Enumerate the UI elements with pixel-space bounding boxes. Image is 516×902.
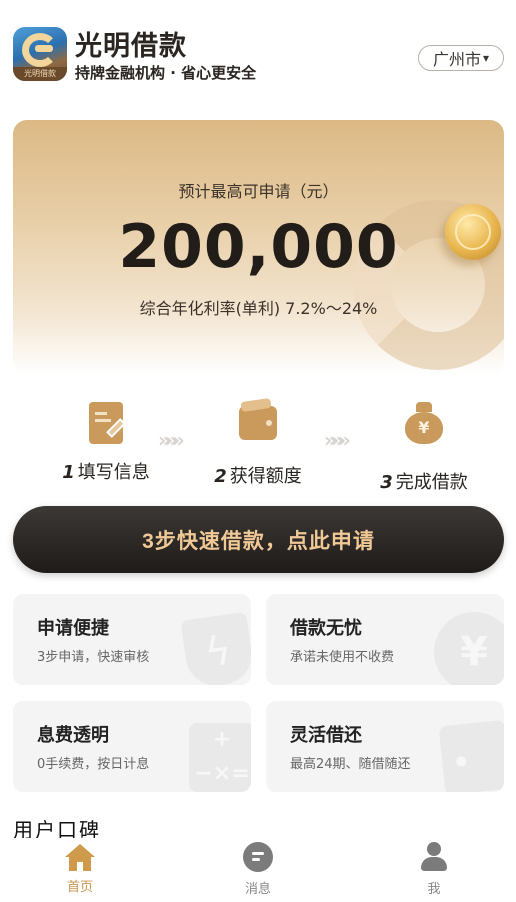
home-icon (64, 844, 96, 871)
logo-caption: 光明借款 (13, 67, 67, 81)
tab-profile[interactable]: 我 (384, 842, 484, 897)
feature-card-transparent-fees[interactable]: 息费透明 0手续费，按日计息 +−×= (13, 701, 251, 792)
city-selector[interactable]: 广州市 ▾ (418, 45, 504, 71)
feature-card-worry-free[interactable]: 借款无忧 承诺未使用不收费 ¥ (266, 594, 504, 685)
step-complete-loan: ¥ 3 完成借款 (354, 402, 494, 494)
wallet-icon (239, 397, 277, 448)
app-logo: 光明借款 (13, 27, 67, 81)
tab-label: 首页 (66, 880, 93, 895)
step-fill-info: 1 填写信息 (36, 402, 176, 484)
limit-label: 预计最高可申请（元） (178, 182, 339, 201)
profile-icon (419, 842, 449, 872)
feature-desc: 承诺未使用不收费 (290, 650, 395, 665)
feature-title: 申请便捷 (37, 618, 109, 639)
feature-title: 灵活借还 (290, 725, 362, 746)
form-edit-icon (87, 402, 126, 444)
step-get-limit: 2 获得额度 (188, 397, 328, 488)
chevron-down-icon: ▾ (482, 51, 490, 65)
feature-card-flexible-repay[interactable]: 灵活借还 最高24期、随借随还 (266, 701, 504, 792)
money-bag-icon: ¥ (405, 402, 443, 454)
step-number: 1 (62, 462, 75, 483)
step-number: 3 (380, 472, 393, 493)
step-number: 2 (214, 466, 227, 487)
message-icon (243, 842, 273, 872)
tab-home[interactable]: 首页 (30, 844, 130, 895)
feature-title: 息费透明 (37, 725, 109, 746)
feature-card-easy-apply[interactable]: 申请便捷 3步申请，快速审核 ϟ (13, 594, 251, 685)
tab-label: 我 (427, 882, 441, 897)
calculator-icon: +−×= (189, 723, 251, 792)
step-label: 填写信息 (77, 462, 150, 483)
feature-desc: 0手续费，按日计息 (37, 757, 150, 772)
tab-messages[interactable]: 消息 (208, 842, 308, 897)
step-label: 完成借款 (395, 472, 468, 493)
lightning-shield-icon: ϟ (180, 611, 251, 685)
app-title: 光明借款 (75, 31, 187, 62)
apply-button[interactable]: 3步快速借款，点此申请 (13, 506, 504, 573)
yen-circle-icon: ¥ (434, 612, 504, 685)
city-label: 广州市 (432, 50, 481, 69)
chevrons-icon: »»» (158, 428, 185, 452)
bottom-tab-bar: 首页 消息 我 (0, 838, 516, 902)
feature-desc: 最高24期、随借随还 (290, 757, 411, 772)
limit-amount: 200,000 (118, 212, 399, 282)
wallet-icon (438, 719, 504, 792)
step-label: 获得额度 (229, 466, 302, 487)
feature-desc: 3步申请，快速审核 (37, 650, 150, 665)
chevrons-icon: »»» (324, 428, 351, 452)
credit-limit-card: 预计最高可申请（元） 200,000 综合年化利率(单利) 7.2%～24% (13, 120, 504, 375)
interest-rate: 综合年化利率(单利) 7.2%～24% (139, 299, 378, 318)
feature-title: 借款无忧 (290, 618, 362, 639)
logo-bar (35, 45, 53, 52)
app-subtitle: 持牌金融机构 · 省心更安全 (75, 64, 257, 82)
tab-label: 消息 (244, 882, 271, 897)
